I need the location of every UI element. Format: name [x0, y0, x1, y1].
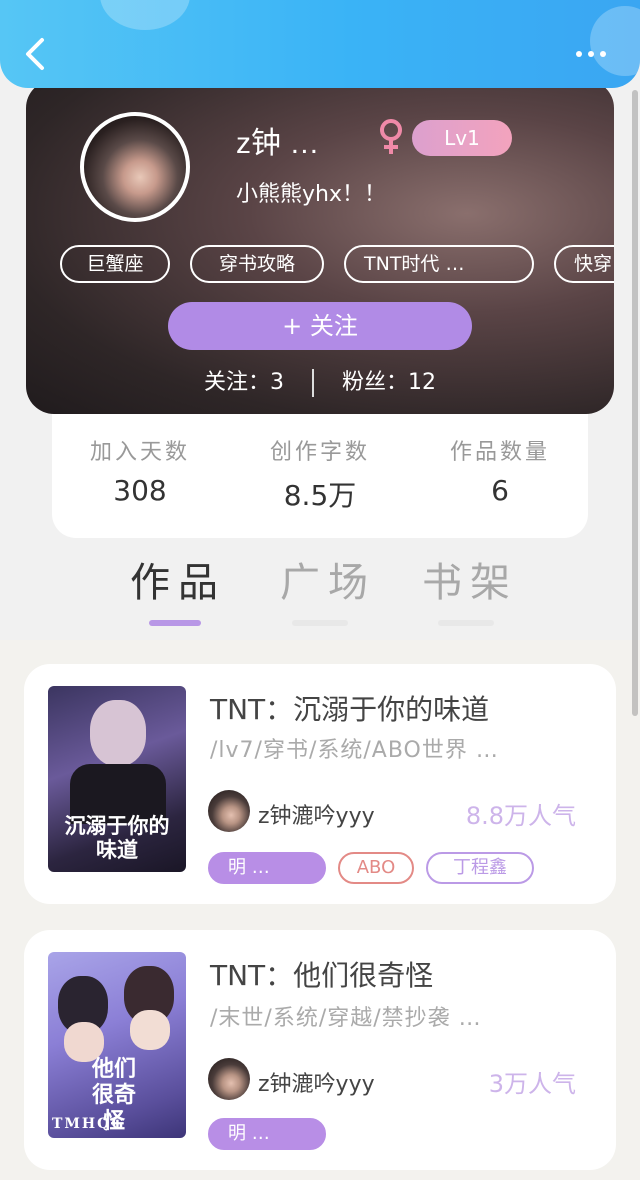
author-name[interactable]: z钟漉吟yyy [258, 1066, 375, 1098]
tab-bar: 作品 广场 书架 [0, 550, 640, 640]
cover-subtitle: TMHQG [52, 1116, 126, 1132]
book-description: /末世/系统/穿越/禁抄袭 … [210, 1006, 482, 1031]
stats-card: 加入天数 308 创作字数 8.5万 作品数量 6 [52, 400, 588, 538]
cover-figure [90, 700, 146, 766]
divider [312, 369, 314, 397]
profile-card: z钟 … Lv1 小熊熊yhx！！ 巨蟹座 穿书攻略 TNT时代 … 快穿 + … [26, 80, 614, 414]
author-name[interactable]: z钟漉吟yyy [258, 798, 375, 830]
stat-works-count: 作品数量 6 [420, 434, 580, 507]
tab-square[interactable]: 广场 [280, 550, 376, 608]
stat-value: 308 [113, 474, 167, 507]
tab-indicator [292, 620, 348, 626]
more-button[interactable] [576, 44, 616, 64]
following-count[interactable]: 关注：3 [204, 370, 284, 395]
tag-item[interactable]: TNT时代 … [344, 245, 534, 283]
active-tab-indicator [149, 620, 201, 626]
tab-indicator [438, 620, 494, 626]
book-cover[interactable]: 他们很奇怪 TMHQG [48, 952, 186, 1138]
book-card[interactable]: 沉溺于你的味道 TNT：沉溺于你的味道 /lv7/穿书/系统/ABO世界 … z… [24, 664, 616, 904]
stat-value: 8.5万 [283, 479, 357, 512]
fans-count[interactable]: 粉丝：12 [342, 370, 436, 395]
book-tag[interactable]: ABO [338, 852, 414, 884]
stat-word-count: 创作字数 8.5万 [240, 434, 400, 514]
tag-item[interactable]: 快穿 [554, 245, 614, 283]
top-bar [0, 0, 640, 88]
book-title[interactable]: TNT：沉溺于你的味道 [210, 688, 489, 728]
cover-title: 沉溺于你的味道 [64, 813, 170, 862]
tag-item[interactable]: 穿书攻略 [190, 245, 324, 283]
author-avatar[interactable] [208, 1058, 250, 1100]
tab-works[interactable]: 作品 [130, 550, 226, 608]
female-icon [380, 119, 402, 154]
signature: 小熊熊yhx！！ [236, 182, 386, 207]
header-decoration [590, 6, 640, 76]
tab-bookshelf[interactable]: 书架 [422, 550, 518, 608]
follow-button[interactable]: + 关注 [168, 302, 472, 350]
book-card[interactable]: 他们很奇怪 TMHQG TNT：他们很奇怪 /末世/系统/穿越/禁抄袭 … z钟… [24, 930, 616, 1170]
stat-label: 加入天数 [89, 440, 190, 465]
level-badge: Lv1 [412, 120, 512, 156]
header-decoration [100, 0, 190, 30]
scrollbar[interactable] [632, 90, 638, 716]
book-tag[interactable]: 明 … [208, 1118, 326, 1150]
cover-figure [130, 1010, 170, 1050]
back-button[interactable] [18, 34, 52, 74]
popularity-count: 3万人气 [488, 1070, 576, 1098]
book-tag[interactable]: 明 … [208, 852, 326, 884]
book-description: /lv7/穿书/系统/ABO世界 … [210, 738, 499, 763]
avatar[interactable] [80, 112, 190, 222]
follow-stats: 关注：3 粉丝：12 [26, 364, 614, 397]
stat-join-days: 加入天数 308 [60, 434, 220, 507]
book-tag[interactable]: 丁程鑫 [426, 852, 534, 884]
tag-item[interactable]: 巨蟹座 [60, 245, 170, 283]
author-avatar[interactable] [208, 790, 250, 832]
book-cover[interactable]: 沉溺于你的味道 [48, 686, 186, 872]
username: z钟 … [236, 127, 320, 160]
stat-value: 6 [491, 474, 509, 507]
chevron-left-icon [26, 38, 44, 70]
stat-label: 作品数量 [449, 440, 550, 465]
popularity-count: 8.8万人气 [465, 802, 576, 830]
profile-tags: 巨蟹座 穿书攻略 TNT时代 … 快穿 [60, 245, 614, 283]
stat-label: 创作字数 [269, 440, 370, 465]
book-title[interactable]: TNT：他们很奇怪 [210, 954, 433, 994]
more-dots-icon [576, 51, 582, 57]
